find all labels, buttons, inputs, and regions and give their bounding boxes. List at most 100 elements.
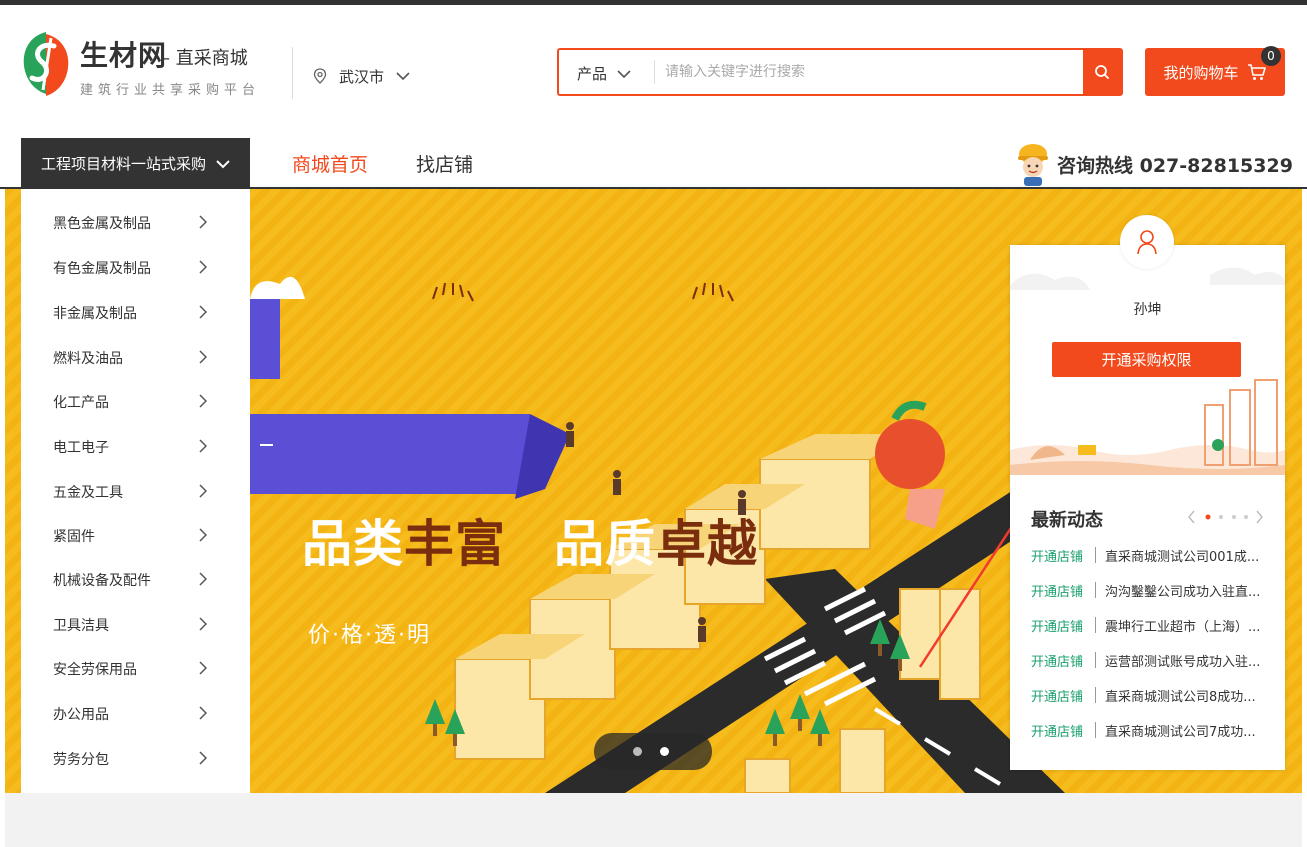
hotline-text: 咨询热线 027-82815329 — [1057, 154, 1293, 177]
search-bar: 产品 — [557, 48, 1123, 96]
site-logo[interactable]: 生材网 – 直采商城 建筑行业共享采购平台 — [18, 28, 283, 104]
news-item[interactable]: 开通店铺 直采商城测试公司8成功... — [1031, 685, 1271, 705]
news-separator — [1095, 687, 1097, 703]
headline-part: 品类 — [302, 514, 404, 573]
sidebar-item-label: 黑色金属及制品 — [53, 215, 151, 232]
news-separator — [1095, 547, 1097, 563]
chevron-left-icon — [1188, 510, 1195, 524]
location-pin-icon — [313, 68, 327, 84]
news-text: 运营部测试账号成功入驻... — [1105, 654, 1261, 670]
banner-ribbon-text: 价·格·透·明 — [308, 623, 431, 648]
sidebar-item-label: 机械设备及配件 — [53, 572, 151, 589]
sidebar-item-label: 电工电子 — [53, 439, 109, 456]
sidebar-item[interactable]: 卫具洁具 — [21, 602, 250, 647]
chevron-right-icon — [199, 215, 207, 229]
chevron-right-icon — [199, 528, 207, 542]
user-avatar[interactable] — [1120, 215, 1174, 269]
sidebar-item[interactable]: 五金及工具 — [21, 469, 250, 514]
sidebar-item[interactable]: 非金属及制品 — [21, 290, 250, 335]
tab-home[interactable]: 商城首页 — [292, 150, 368, 177]
page-bottom-area — [5, 793, 1302, 847]
search-divider — [654, 60, 655, 84]
chevron-down-icon — [617, 69, 631, 78]
sidebar-item[interactable]: 紧固件 — [21, 513, 250, 558]
hotline: 咨询热线 027-82815329 — [1015, 139, 1293, 189]
search-category-label: 产品 — [577, 65, 608, 83]
sidebar-item-label: 化工产品 — [53, 394, 109, 411]
sidebar-item-label: 燃料及油品 — [53, 350, 123, 367]
logo-icon — [23, 32, 69, 96]
city-selector[interactable]: 武汉市 — [313, 64, 410, 88]
news-item[interactable]: 开通店铺 运营部测试账号成功入驻... — [1031, 650, 1271, 670]
news-text: 沟沟鑿鑿公司成功入驻直... — [1105, 584, 1261, 600]
sidebar-item[interactable]: 黑色金属及制品 — [21, 200, 250, 245]
news-title: 最新动态 — [1031, 510, 1103, 531]
sidebar-item[interactable]: 办公用品 — [21, 691, 250, 736]
cart-count-badge: 0 — [1261, 46, 1281, 66]
news-text: 直采商城测试公司7成功... — [1105, 724, 1256, 740]
sidebar-item[interactable]: 有色金属及制品 — [21, 245, 250, 290]
sidebar-item-label: 办公用品 — [53, 706, 109, 723]
news-item[interactable]: 开通店铺 直采商城测试公司7成功... — [1031, 720, 1271, 740]
headline-part: 卓越 — [656, 514, 758, 573]
news-text: 直采商城测试公司8成功... — [1105, 689, 1256, 705]
brand-name: 生材网 — [80, 39, 168, 72]
brand-subtitle: – 直采商城 — [161, 48, 248, 69]
chevron-right-icon — [199, 260, 207, 274]
tab-find-store[interactable]: 找店铺 — [416, 150, 473, 177]
sidebar-item-label: 安全劳保用品 — [53, 661, 137, 678]
carousel-dot[interactable] — [633, 747, 642, 756]
news-tag: 开通店铺 — [1031, 549, 1084, 565]
sidebar-item[interactable]: 电工电子 — [21, 424, 250, 469]
sidebar-item-label: 非金属及制品 — [53, 305, 137, 322]
top-border — [0, 0, 1307, 5]
city-name: 武汉市 — [339, 67, 385, 86]
sidebar-item-label: 紧固件 — [53, 528, 95, 545]
news-item[interactable]: 开通店铺 震坤行工业超市（上海）... — [1031, 615, 1271, 635]
open-purchase-permission-button[interactable]: 开通采购权限 — [1052, 342, 1241, 377]
chevron-right-icon — [199, 661, 207, 675]
user-icon — [1137, 230, 1157, 255]
sidebar-item[interactable]: 安全劳保用品 — [21, 646, 250, 691]
sidebar-item[interactable]: 劳务分包 — [21, 736, 250, 781]
chevron-right-icon — [199, 751, 207, 765]
chevron-right-icon — [199, 706, 207, 720]
news-text: 震坤行工业超市（上海）... — [1105, 619, 1261, 635]
news-separator — [1095, 652, 1097, 668]
sidebar-item-label: 五金及工具 — [53, 484, 123, 501]
category-menu-label: 工程项目材料一站式采购 — [40, 155, 206, 173]
search-icon — [1095, 65, 1109, 79]
sidebar-item[interactable]: 燃料及油品 — [21, 335, 250, 380]
chevron-down-icon — [396, 72, 410, 81]
news-tag: 开通店铺 — [1031, 689, 1084, 705]
sidebar-item[interactable]: 化工产品 — [21, 379, 250, 424]
news-text: 直采商城测试公司001成... — [1105, 549, 1260, 565]
news-separator — [1095, 617, 1097, 633]
news-tag: 开通店铺 — [1031, 654, 1084, 670]
cart-icon — [1247, 64, 1266, 80]
chevron-right-icon — [1256, 510, 1263, 524]
category-menu-button[interactable]: 工程项目材料一站式采购 — [21, 138, 250, 189]
banner-headline: 品类丰富 品质卓越 — [302, 504, 758, 576]
carousel-dot-active[interactable] — [660, 747, 669, 756]
category-sidebar: 黑色金属及制品 有色金属及制品 非金属及制品 燃料及油品 化工产品 电工电子 五… — [21, 189, 250, 793]
news-item[interactable]: 开通店铺 沟沟鑿鑿公司成功入驻直... — [1031, 580, 1271, 600]
sidebar-item[interactable]: 机械设备及配件 — [21, 557, 250, 602]
header-divider — [292, 47, 293, 99]
search-input[interactable] — [665, 50, 1085, 94]
cart-label: 我的购物车 — [1163, 63, 1239, 82]
news-item[interactable]: 开通店铺 直采商城测试公司001成... — [1031, 545, 1271, 565]
headline-part: 品质 — [554, 514, 656, 573]
chevron-right-icon — [199, 572, 207, 586]
search-button[interactable] — [1083, 50, 1121, 94]
chevron-right-icon — [199, 350, 207, 364]
chevron-right-icon — [199, 484, 207, 498]
service-worker-icon — [1018, 144, 1048, 186]
news-pager — [1188, 510, 1263, 524]
chevron-down-icon — [216, 159, 230, 168]
headline-part: 丰富 — [404, 514, 506, 573]
search-category-select[interactable]: 产品 — [577, 63, 631, 84]
chevron-right-icon — [199, 305, 207, 319]
brand-slogan: 建筑行业共享采购平台 — [80, 83, 261, 98]
news-tag: 开通店铺 — [1031, 724, 1084, 740]
